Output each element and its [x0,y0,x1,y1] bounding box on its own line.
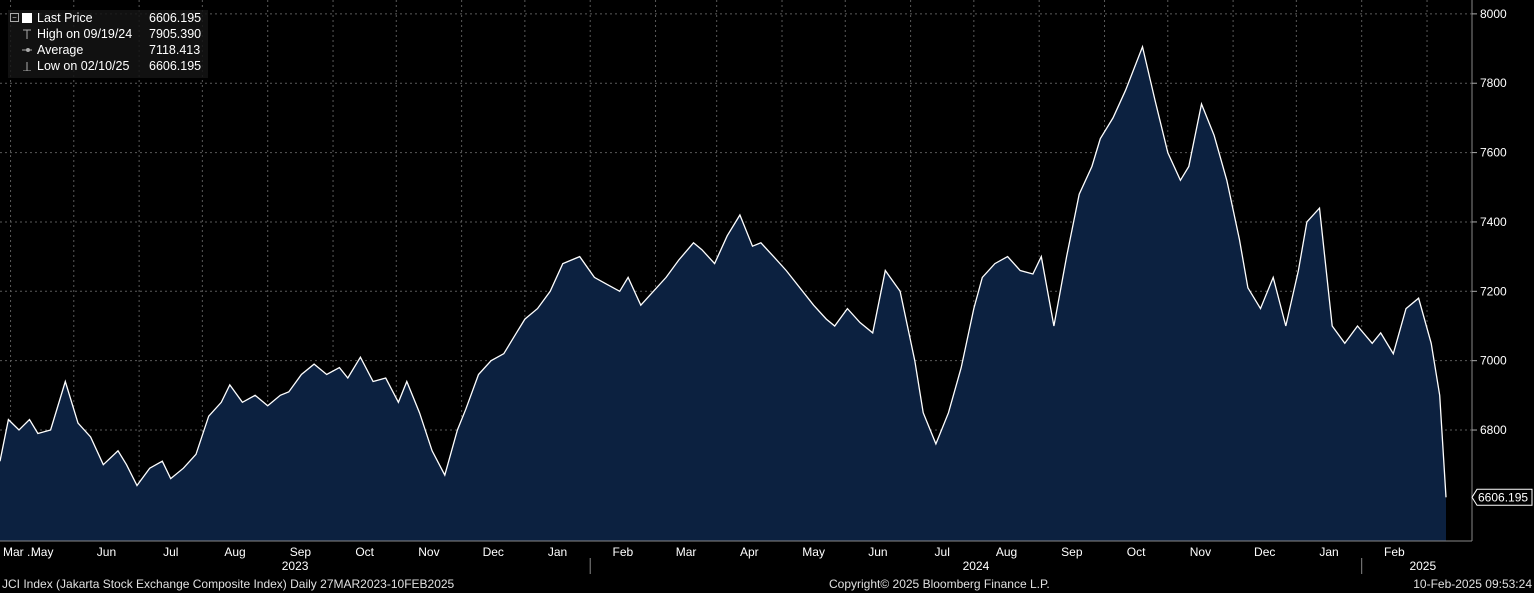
legend-row-average: Average 7118.413 [8,42,208,58]
x-tick-label: Feb [1384,545,1405,559]
x-tick-label: Nov [1190,545,1211,559]
last-price-tag: 6606.195 [1471,488,1533,506]
legend-label: Average [37,43,84,57]
y-tick-label: 7200 [1480,284,1507,298]
y-tick-label: 6800 [1480,423,1507,437]
x-tick-label: Jun [97,545,116,559]
year-label: 2023 [282,559,309,573]
year-label: 2024 [963,559,990,573]
x-tick-label: May [802,545,825,559]
legend-value: 6606.195 [149,11,202,25]
x-tick-label: Jul [935,545,950,559]
x-tick-label: Mar [676,545,697,559]
x-tick-label: Feb [613,545,634,559]
low-marker-icon [23,62,31,71]
legend-label: Last Price [37,11,93,25]
y-tick-label: 7600 [1480,146,1507,160]
y-tick-label: 7000 [1480,354,1507,368]
x-tick-label: Jul [163,545,178,559]
legend-value: 6606.195 [149,59,202,73]
x-tick-label: Oct [355,545,374,559]
timestamp-text: 10-Feb-2025 09:53:24 [1413,577,1532,591]
y-axis-ticks: 6800 7000 7200 7400 7600 7800 8000 [1472,7,1507,437]
legend-value: 7118.413 [149,43,201,57]
x-tick-label: Dec [1254,545,1275,559]
collapse-icon[interactable]: − [10,13,19,22]
x-tick-label: May [31,545,54,559]
security-description: JCI Index (Jakarta Stock Exchange Compos… [2,577,455,591]
y-tick-label: 8000 [1480,7,1507,21]
legend-label: Low on 02/10/25 [37,59,130,73]
y-tick-label: 7800 [1480,76,1507,90]
x-tick-label: Jun [868,545,887,559]
year-labels: 2023 2024 2025 [282,558,1436,574]
legend-value: 7905.390 [149,27,202,41]
square-icon [22,13,32,23]
copyright-text: Copyright© 2025 Bloomberg Finance L.P. [829,577,1050,591]
x-tick-label: Aug [996,545,1017,559]
legend-row-high: High on 09/19/24 7905.390 [8,26,208,42]
x-tick-label: Apr [740,545,759,559]
price-chart: 6800700072007400760078008000 Mar ...May J… [0,0,1533,574]
chart-legend: − Last Price 6606.195 High on 09/19/24 7… [8,10,208,78]
x-tick-label: Oct [1127,545,1146,559]
high-marker-icon [23,29,31,39]
x-tick-label: Aug [224,545,245,559]
legend-label: High on 09/19/24 [37,27,133,41]
average-marker-icon [22,48,32,52]
x-tick-label: Nov [418,545,439,559]
year-label: 2025 [1409,559,1436,573]
x-tick-label: Jan [1319,545,1338,559]
y-tick-label: 7400 [1480,215,1507,229]
x-axis-ticks: Mar ...May Jun Jul Aug Sep Oct Nov Dec Jan Feb Mar… [3,545,1405,559]
x-tick-label: Dec [483,545,504,559]
legend-row-low: Low on 02/10/25 6606.195 [8,58,208,74]
last-price-value: 6606.195 [1478,490,1528,504]
x-tick-label: Jan [548,545,567,559]
price-area [0,46,1446,542]
legend-row-last-price: − Last Price 6606.195 [8,10,208,26]
x-tick-label: Sep [290,545,312,559]
x-tick-label: Sep [1061,545,1083,559]
